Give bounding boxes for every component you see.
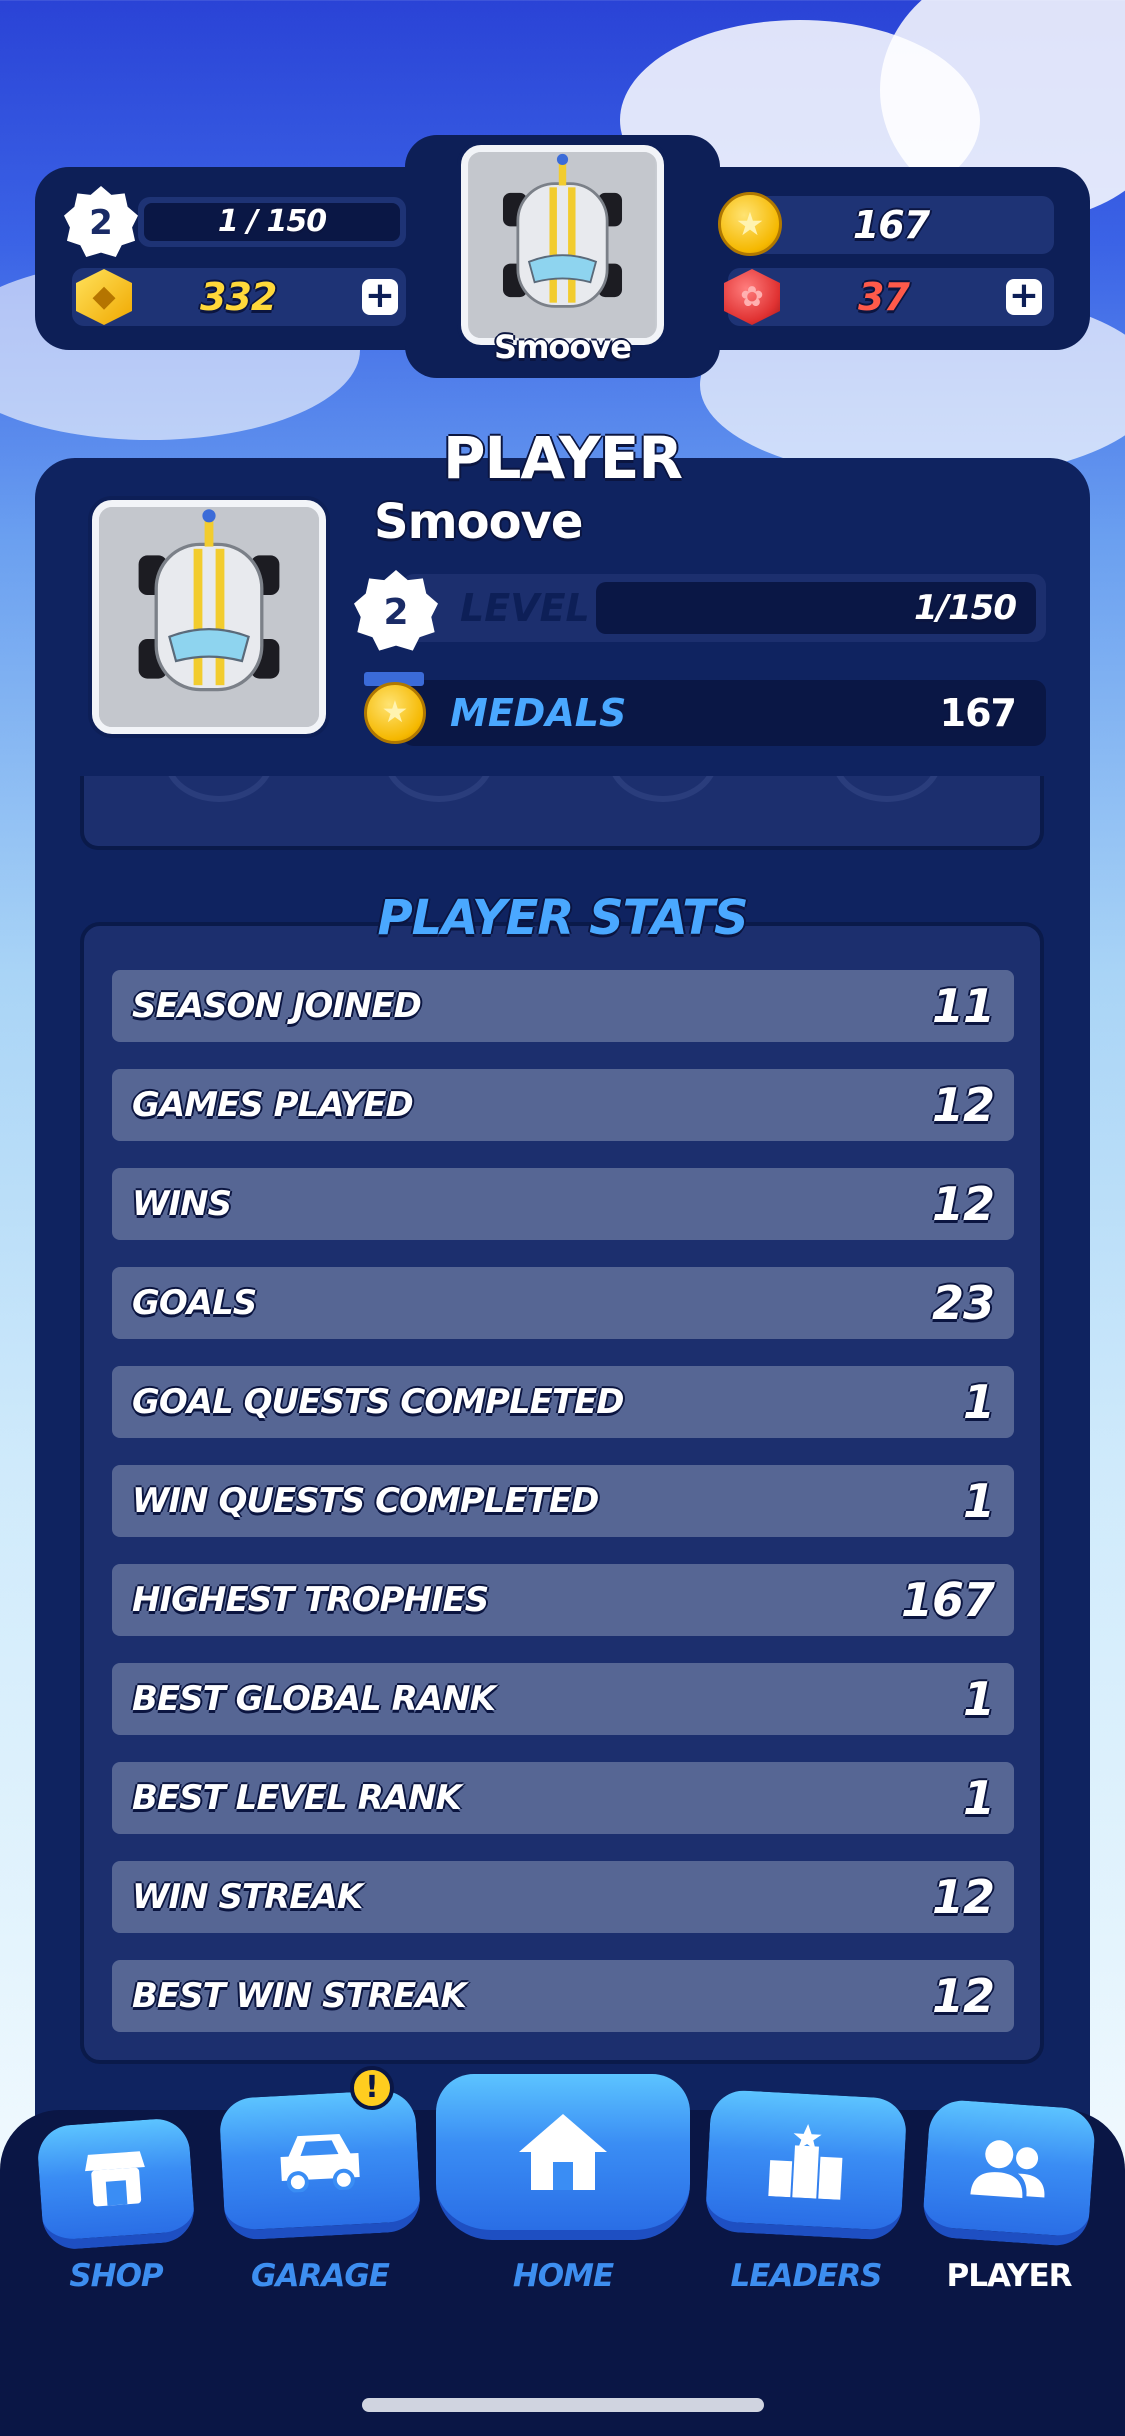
stat-label: WIN QUESTS COMPLETED <box>132 1481 599 1521</box>
people-icon <box>970 2140 1045 2198</box>
car-icon <box>469 152 656 338</box>
medals-row: MEDALS 167 <box>402 680 1046 746</box>
nav-player-label[interactable]: PLAYER <box>926 2258 1092 2294</box>
gems-value: 332 <box>200 275 277 319</box>
level-number: 2 <box>89 203 113 243</box>
player-name: Smoove <box>374 494 583 550</box>
stat-value: 1 <box>962 1771 995 1825</box>
badge-slot <box>832 776 942 802</box>
podium-icon <box>768 2124 843 2200</box>
rubies-value: 37 <box>858 275 910 319</box>
stat-label: BEST WIN STREAK <box>132 1976 467 2016</box>
badge-slot <box>608 776 718 802</box>
badge-slot <box>164 776 274 802</box>
stat-row-best-level-rank: BEST LEVEL RANK 1 <box>112 1762 1014 1834</box>
stat-value: 12 <box>931 1078 995 1132</box>
stat-value: 1 <box>962 1672 995 1726</box>
add-rubies-button[interactable]: + <box>1006 278 1042 315</box>
stat-label: WIN STREAK <box>132 1877 363 1917</box>
level-label: LEVEL <box>460 586 590 630</box>
xp-bar: 1 / 150 <box>138 197 406 247</box>
nav-leaders-label[interactable]: LEADERS <box>708 2258 904 2294</box>
stat-value: 1 <box>962 1375 995 1429</box>
stat-label: GOAL QUESTS COMPLETED <box>132 1382 625 1422</box>
stat-value: 1 <box>962 1474 995 1528</box>
car-icon <box>99 507 319 727</box>
stat-value: 12 <box>931 1969 995 2023</box>
nav-player-button[interactable] <box>921 2098 1097 2248</box>
stat-value: 12 <box>931 1177 995 1231</box>
player-car-avatar[interactable] <box>92 500 326 734</box>
home-indicator <box>362 2398 764 2412</box>
stat-row-best-global-rank: BEST GLOBAL RANK 1 <box>112 1663 1014 1735</box>
stat-row-goal-quests: GOAL QUESTS COMPLETED 1 <box>112 1366 1014 1438</box>
stat-label: BEST GLOBAL RANK <box>132 1679 496 1719</box>
nav-shop-button[interactable] <box>35 2116 197 2252</box>
medals-label: MEDALS <box>450 691 627 735</box>
medal-icon: ★ <box>718 192 782 256</box>
level-row: LEVEL 1/150 <box>402 574 1046 642</box>
stat-label: HIGHEST TROPHIES <box>132 1580 489 1620</box>
level-badge-number: 2 <box>383 591 409 633</box>
car-icon <box>280 2133 360 2194</box>
stat-row-win-streak: WIN STREAK 12 <box>112 1861 1014 1933</box>
nav-shop-label[interactable]: SHOP <box>40 2258 192 2294</box>
level-progress-bar: 1/150 <box>596 582 1036 634</box>
stat-row-best-win-streak: BEST WIN STREAK 12 <box>112 1960 1014 2032</box>
stat-row-goals: GOALS 23 <box>112 1267 1014 1339</box>
nav-home-label[interactable]: HOME <box>436 2258 690 2294</box>
nav-home-button[interactable] <box>436 2074 690 2240</box>
header-player-name: Smoove <box>494 328 632 366</box>
panel-title: PLAYER <box>442 424 683 492</box>
garage-alert-badge: ! <box>350 2066 394 2110</box>
stat-row-win-quests: WIN QUESTS COMPLETED 1 <box>112 1465 1014 1537</box>
stat-value: 167 <box>900 1573 995 1627</box>
player-stats-title: PLAYER STATS <box>377 890 748 946</box>
stat-row-season-joined: SEASON JOINED 11 <box>112 970 1014 1042</box>
nav-garage-label[interactable]: GARAGE <box>222 2258 418 2294</box>
xp-value: 1 / 150 <box>217 204 327 239</box>
stat-value: 23 <box>931 1276 995 1330</box>
stat-label: WINS <box>132 1184 232 1224</box>
badge-slot <box>384 776 494 802</box>
stat-value: 12 <box>931 1870 995 1924</box>
stat-row-games-played: GAMES PLAYED 12 <box>112 1069 1014 1141</box>
home-icon <box>519 2114 607 2190</box>
stat-row-wins: WINS 12 <box>112 1168 1014 1240</box>
add-gems-button[interactable]: + <box>362 278 398 315</box>
nav-garage-button[interactable] <box>218 2088 422 2242</box>
stat-value: 11 <box>931 979 995 1033</box>
shop-icon <box>85 2151 145 2207</box>
profile-car-avatar[interactable] <box>461 145 664 345</box>
stat-label: BEST LEVEL RANK <box>132 1778 462 1818</box>
stat-label: GOALS <box>132 1283 257 1323</box>
stat-row-highest-trophies: HIGHEST TROPHIES 167 <box>112 1564 1014 1636</box>
medal-icon: ★ <box>364 682 426 744</box>
stat-label: SEASON JOINED <box>132 986 422 1026</box>
nav-leaders-button[interactable] <box>704 2088 908 2242</box>
medals-row-value: 167 <box>939 691 1017 735</box>
stat-label: GAMES PLAYED <box>132 1085 414 1125</box>
badges-strip <box>80 776 1044 850</box>
level-progress-value: 1/150 <box>913 588 1017 628</box>
